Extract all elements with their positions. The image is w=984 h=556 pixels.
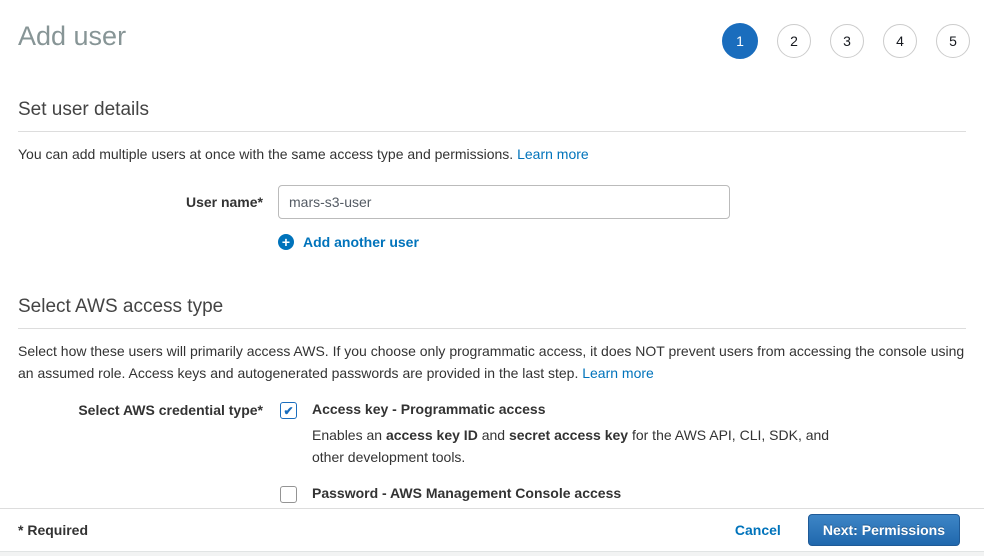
cancel-button[interactable]: Cancel [735, 522, 781, 538]
user-details-intro: You can add multiple users at once with … [18, 143, 966, 165]
step-indicator-4: 4 [883, 24, 917, 58]
page-title: Add user [18, 20, 126, 52]
step-indicator-3: 3 [830, 24, 864, 58]
access-type-intro: Select how these users will primarily ac… [18, 340, 966, 384]
bottom-divider [0, 551, 984, 556]
access-key-option-desc: Enables an access key ID and secret acce… [312, 424, 857, 468]
access-type-intro-text: Select how these users will primarily ac… [18, 343, 964, 381]
required-note: * Required [18, 522, 88, 538]
step-indicator-5: 5 [936, 24, 970, 58]
add-another-user-link[interactable]: + Add another user [278, 234, 966, 250]
learn-more-link-user-details[interactable]: Learn more [517, 146, 589, 162]
desc-text-bold: access key ID [386, 427, 478, 443]
next-permissions-button[interactable]: Next: Permissions [808, 514, 960, 546]
password-checkbox[interactable] [280, 486, 297, 503]
access-key-option-body: Access key - Programmatic access Enables… [312, 401, 857, 468]
username-field-wrap [278, 185, 730, 219]
add-another-user-label: Add another user [303, 234, 419, 250]
access-key-option-title: Access key - Programmatic access [312, 401, 857, 417]
main-content: Set user details You can add multiple us… [0, 99, 984, 530]
wizard-footer: * Required Cancel Next: Permissions [0, 508, 984, 551]
desc-text-bold: secret access key [509, 427, 628, 443]
username-row: User name* [18, 185, 966, 219]
user-details-intro-text: You can add multiple users at once with … [18, 146, 513, 162]
step-indicator-2: 2 [777, 24, 811, 58]
step-indicator-1: 1 [722, 23, 758, 59]
username-input[interactable] [278, 185, 730, 219]
desc-text: and [478, 427, 509, 443]
plus-circle-icon: + [278, 234, 294, 250]
option-access-key: Access key - Programmatic access Enables… [280, 401, 857, 468]
password-option-title: Password - AWS Management Console access [312, 485, 831, 501]
learn-more-link-access-type[interactable]: Learn more [582, 365, 654, 381]
wizard-progress-steps: 1 2 3 4 5 [722, 23, 970, 59]
section-heading-access-type: Select AWS access type [18, 296, 966, 329]
username-label: User name* [18, 185, 263, 219]
section-heading-user-details: Set user details [18, 99, 966, 132]
page-header: Add user 1 2 3 4 5 [0, 0, 984, 59]
desc-text: Enables an [312, 427, 386, 443]
access-key-checkbox[interactable] [280, 402, 297, 419]
footer-actions: Cancel Next: Permissions [735, 514, 960, 546]
